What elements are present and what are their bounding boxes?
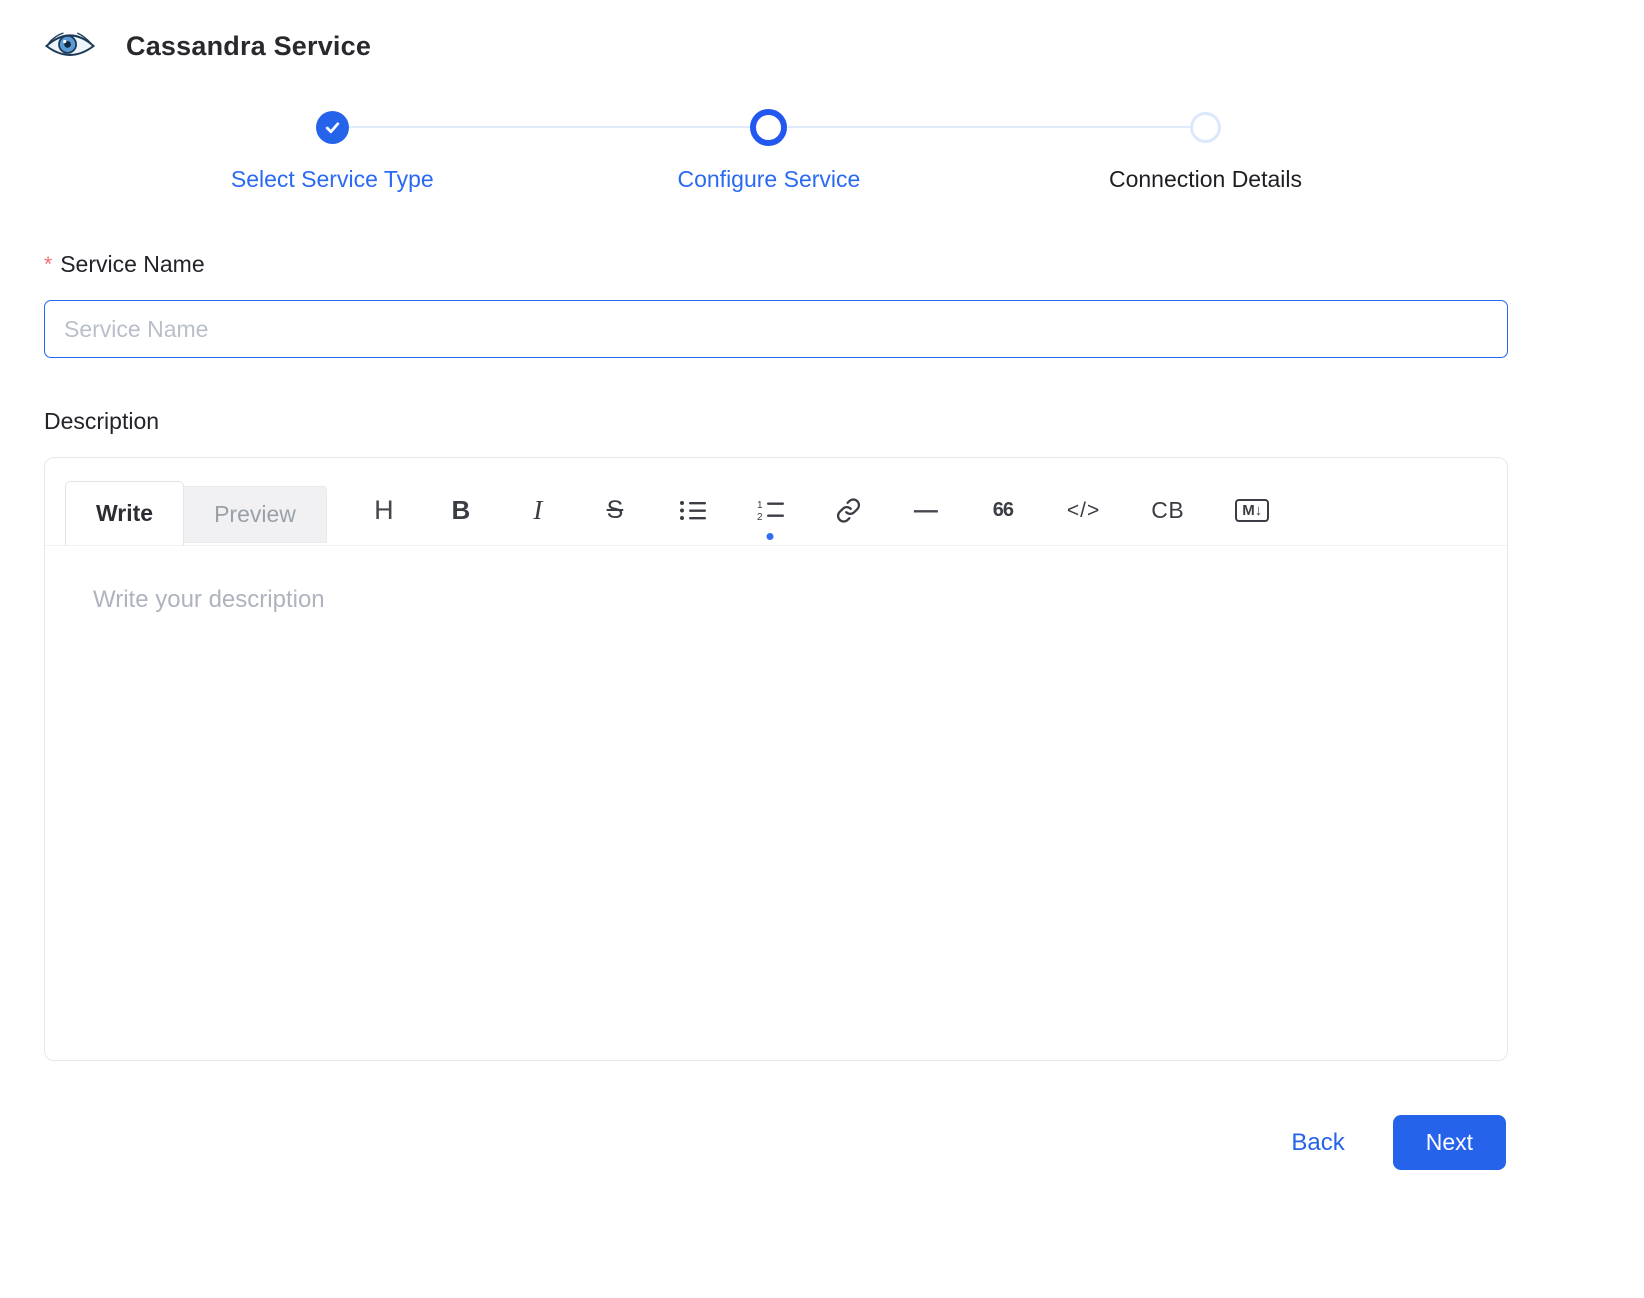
horizontal-rule-icon[interactable]: — <box>913 491 939 531</box>
editor-write-area[interactable]: Write your description <box>45 546 1507 654</box>
step-configure-service: Configure Service <box>551 108 988 193</box>
heading-icon[interactable]: H <box>371 491 397 531</box>
numbered-list-icon[interactable]: 1 2 <box>757 491 784 531</box>
quote-icon[interactable]: 66 <box>990 491 1016 531</box>
code-block-icon[interactable]: CB <box>1151 491 1184 531</box>
cassandra-logo-icon <box>44 26 96 66</box>
step-completed-check-icon <box>316 111 349 144</box>
next-button[interactable]: Next <box>1393 1115 1506 1170</box>
wizard-stepper: Select Service Type Configure Service Co… <box>114 108 1424 193</box>
tab-preview[interactable]: Preview <box>184 486 327 543</box>
required-marker: * <box>44 253 52 276</box>
bullet-list-icon[interactable] <box>679 491 706 531</box>
step-label-configure-service: Configure Service <box>677 166 860 193</box>
active-indicator-dot <box>767 533 774 540</box>
step-connection-details: Connection Details <box>987 108 1424 193</box>
description-label: Description <box>44 408 1508 435</box>
svg-text:1: 1 <box>757 500 763 511</box>
service-name-label: * Service Name <box>44 251 1508 278</box>
step-pending-circle-icon <box>1190 112 1221 143</box>
description-editor: Write Preview H B I S 1 <box>44 457 1508 1061</box>
step-active-circle-icon <box>750 109 787 146</box>
editor-tabs: Write Preview <box>65 476 327 545</box>
markdown-icon[interactable]: M↓ <box>1235 491 1269 531</box>
step-label-connection-details: Connection Details <box>1109 166 1302 193</box>
editor-toolbar: Write Preview H B I S 1 <box>45 458 1507 546</box>
bold-icon[interactable]: B <box>448 491 474 531</box>
link-icon[interactable] <box>835 491 862 531</box>
service-name-input[interactable] <box>44 300 1508 358</box>
tab-write[interactable]: Write <box>65 481 184 545</box>
service-config-page: Cassandra Service Select Service Type Co… <box>0 0 1508 1170</box>
inline-code-icon[interactable]: </> <box>1067 491 1100 531</box>
step-label-select-service-type: Select Service Type <box>231 166 434 193</box>
wizard-footer: Back Next <box>44 1115 1508 1170</box>
page-header: Cassandra Service <box>44 26 1508 66</box>
page-title: Cassandra Service <box>126 31 371 62</box>
editor-toolbar-icons: H B I S 1 2 <box>371 491 1269 531</box>
back-button[interactable]: Back <box>1291 1129 1344 1157</box>
step-select-service-type: Select Service Type <box>114 108 551 193</box>
service-name-label-text: Service Name <box>60 251 204 277</box>
editor-placeholder: Write your description <box>93 586 1459 614</box>
italic-icon[interactable]: I <box>525 491 551 531</box>
svg-text:2: 2 <box>757 512 763 523</box>
strikethrough-icon[interactable]: S <box>602 491 628 531</box>
